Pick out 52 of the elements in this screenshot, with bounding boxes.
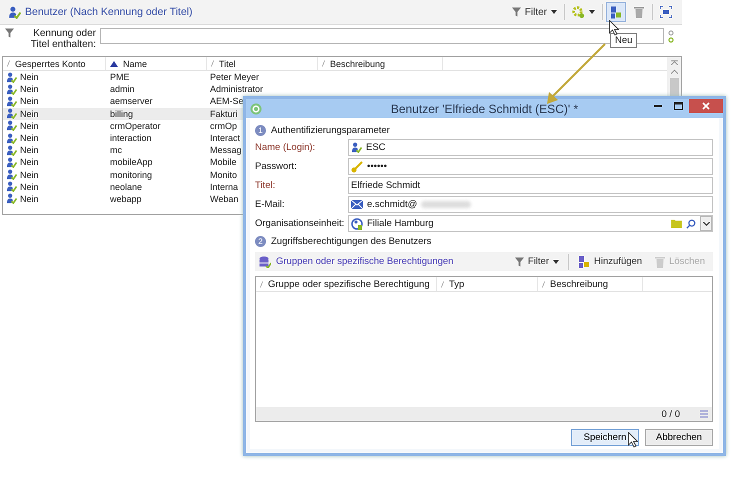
table-cell: billing [110, 108, 134, 119]
section-heading: Zugriffsberechtigungen des Benutzers [271, 236, 432, 246]
table-cell: Nein [20, 145, 39, 156]
table-cell: AEM-Se [210, 96, 244, 106]
field-value: e.schmidt@ [367, 199, 418, 210]
table-cell: Nein [20, 96, 39, 106]
step-badge: 2 [255, 236, 266, 246]
table-cell: mobileApp [110, 157, 153, 168]
table-cell: admin [110, 84, 135, 94]
record-count: 0 / 0 [662, 408, 680, 420]
table-cell: Nein [20, 157, 39, 168]
table-cell: Nein [20, 170, 39, 180]
table-cell: Nein [20, 72, 39, 82]
table-cell: Nein [20, 84, 39, 94]
field-label: Organisationseinheit: [255, 218, 346, 229]
field-label: Name (Login): [255, 142, 316, 153]
table-cell: PME [110, 72, 130, 82]
section-heading: Authentifizierungsparameter [271, 124, 390, 136]
table-cell: Administrator [210, 84, 264, 94]
table-cell: crmOperator [110, 120, 161, 131]
table-cell: Fakturi [210, 108, 238, 119]
field-value: Filiale Hamburg [367, 218, 434, 229]
table-cell: Monito [210, 170, 238, 180]
table-cell: neolane [110, 182, 142, 192]
search-label: Kennung oder Titel enthalten: [30, 28, 96, 50]
field-label: Passwort: [255, 161, 298, 172]
table-cell: Peter Meyer [210, 72, 260, 82]
table-cell: Nein [20, 194, 39, 204]
window-title: Benutzer (Nach Kennung oder Titel) [25, 6, 193, 18]
table-cell: mc [110, 145, 122, 156]
table-cell: Nein [20, 182, 39, 192]
table-cell: Mobile [210, 157, 237, 168]
table-cell: Interna [210, 182, 238, 192]
tooltip: Neu [610, 33, 638, 48]
table-cell: Nein [20, 108, 39, 119]
table-cell: monitoring [110, 170, 152, 180]
table-cell: webapp [110, 194, 142, 204]
table-cell: interaction [110, 133, 152, 144]
table-cell: aemserver [110, 96, 153, 106]
table-cell: Weban [210, 194, 238, 204]
dialog-title: Benutzer 'Elfriede Schmidt (ESC)' * [390, 102, 578, 116]
table-cell: Nein [20, 120, 39, 131]
table-cell: Messag [210, 145, 242, 156]
table-cell: Interact [210, 133, 240, 144]
step-badge: 1 [255, 124, 266, 136]
table-cell: crmOp [210, 120, 237, 131]
field-value: Elfriede Schmidt [351, 180, 420, 191]
field-label: E-Mail: [255, 199, 286, 210]
table-cell: Nein [20, 133, 39, 144]
field-value: ESC [366, 142, 386, 153]
field-value: •••••• [367, 161, 387, 172]
field-label: Titel: [255, 180, 276, 191]
